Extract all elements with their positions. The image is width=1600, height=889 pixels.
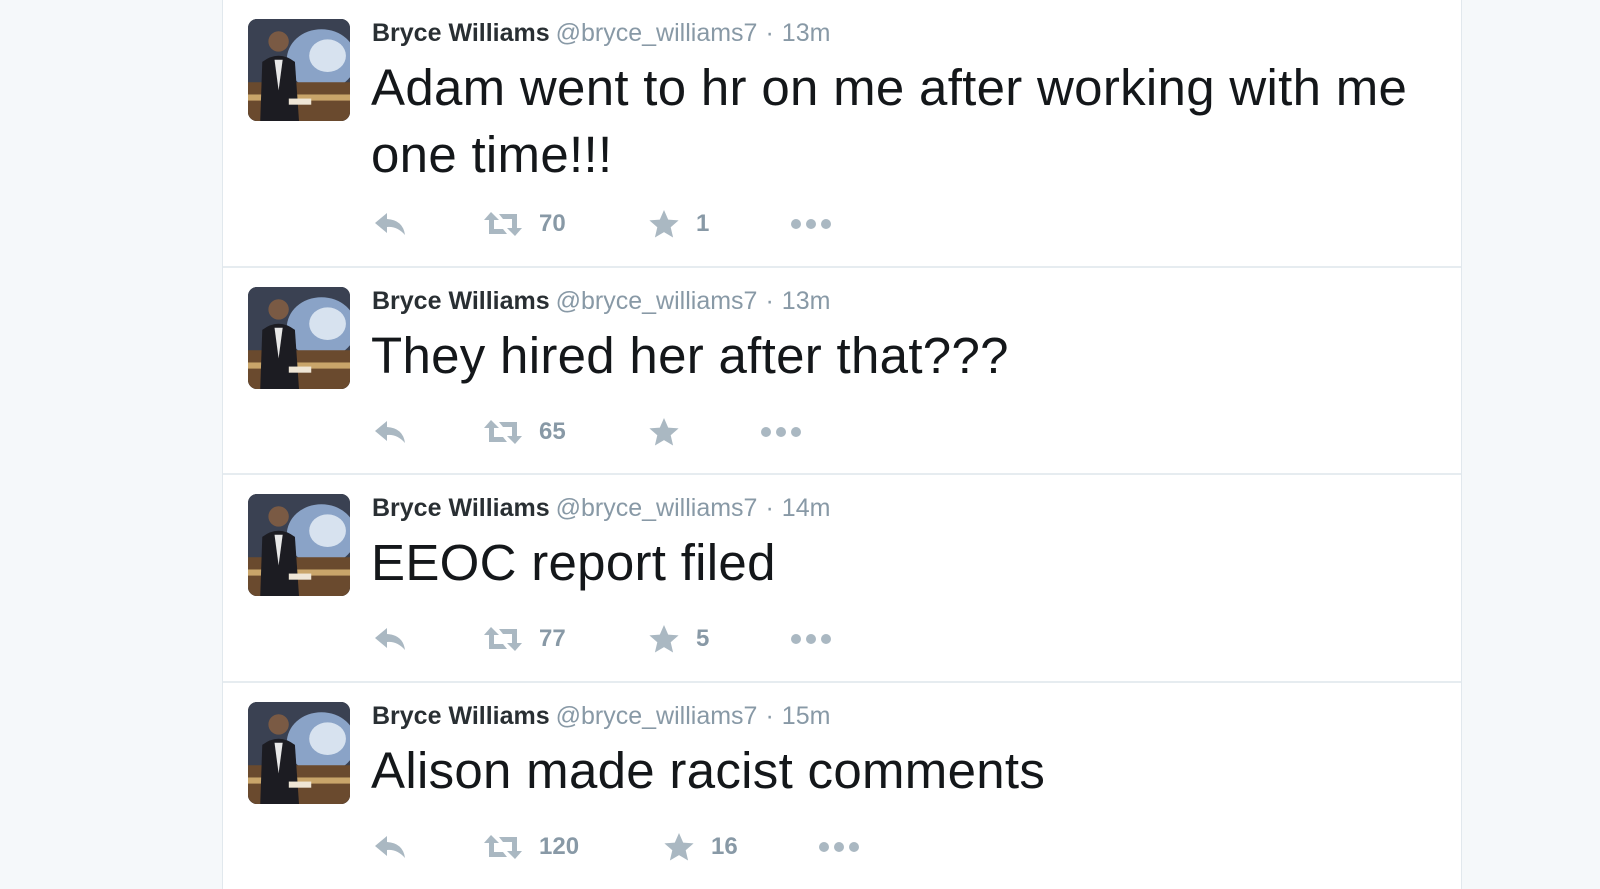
tweet-item[interactable]: Bryce Williams @bryce_williams7 · 15m Aliso… — [223, 683, 1461, 889]
author-username[interactable]: @bryce_williams7 — [556, 287, 758, 315]
favorite-button[interactable] — [648, 417, 760, 447]
favorite-star-icon — [649, 210, 679, 238]
favorite-count: 16 — [711, 833, 738, 860]
tweet-actions: 77 5 — [373, 621, 832, 657]
favorite-star-icon — [664, 833, 694, 861]
retweet-count: 65 — [539, 418, 566, 445]
author-fullname[interactable]: Bryce Williams — [372, 702, 550, 730]
avatar[interactable] — [248, 702, 350, 804]
favorite-count: 5 — [696, 625, 710, 652]
favorite-count: 1 — [696, 210, 710, 237]
author-fullname[interactable]: Bryce Williams — [372, 19, 550, 47]
tweet-item[interactable]: Bryce Williams @bryce_williams7 · 13m Adam … — [223, 0, 1461, 268]
reply-icon — [375, 213, 405, 235]
more-dots-icon — [791, 634, 831, 644]
reply-button[interactable] — [373, 418, 483, 446]
author-username[interactable]: @bryce_williams7 — [556, 494, 758, 522]
retweet-button[interactable]: 77 — [483, 625, 648, 653]
author-username[interactable]: @bryce_williams7 — [556, 702, 758, 730]
reply-icon — [375, 836, 405, 858]
more-options-button[interactable] — [790, 218, 832, 230]
favorite-button[interactable]: 1 — [648, 209, 790, 239]
header-separator: · — [765, 702, 774, 730]
tweet-item[interactable]: Bryce Williams @bryce_williams7 · 13m They … — [223, 268, 1461, 475]
tweet-text: They hired her after that??? — [371, 327, 1009, 384]
favorite-button[interactable]: 5 — [648, 624, 790, 654]
retweet-count: 120 — [539, 833, 580, 860]
retweet-button[interactable]: 120 — [483, 833, 663, 861]
tweet-actions: 120 16 — [373, 829, 860, 865]
tweet-actions: 65 — [373, 414, 802, 450]
avatar[interactable] — [248, 494, 350, 596]
avatar[interactable] — [248, 287, 350, 389]
tweet-timestamp[interactable]: 13m — [782, 19, 831, 47]
avatar[interactable] — [248, 19, 350, 121]
retweet-icon — [484, 420, 522, 444]
tweet-header: Bryce Williams @bryce_williams7 · 14m — [372, 491, 830, 529]
retweet-icon — [484, 627, 522, 651]
favorite-button[interactable]: 16 — [663, 832, 818, 862]
author-fullname[interactable]: Bryce Williams — [372, 494, 550, 522]
author-username[interactable]: @bryce_williams7 — [556, 19, 758, 47]
reply-button[interactable] — [373, 210, 483, 238]
retweet-count: 77 — [539, 625, 566, 652]
reply-icon — [375, 421, 405, 443]
tweet-header: Bryce Williams @bryce_williams7 · 13m — [372, 16, 830, 54]
retweet-button[interactable]: 70 — [483, 210, 648, 238]
tweet-actions: 70 1 — [373, 206, 832, 242]
header-separator: · — [765, 19, 774, 47]
retweet-icon — [484, 212, 522, 236]
reply-button[interactable] — [373, 833, 483, 861]
more-options-button[interactable] — [790, 633, 832, 645]
retweet-button[interactable]: 65 — [483, 418, 648, 446]
more-dots-icon — [819, 842, 859, 852]
tweet-text: EEOC report filed — [371, 534, 776, 591]
retweet-count: 70 — [539, 210, 566, 237]
header-separator: · — [765, 287, 774, 315]
more-dots-icon — [791, 219, 831, 229]
tweet-text: Adam went to hr on me after working with… — [371, 59, 1408, 183]
reply-button[interactable] — [373, 625, 483, 653]
tweet-timestamp[interactable]: 15m — [782, 702, 831, 730]
retweet-icon — [484, 835, 522, 859]
more-options-button[interactable] — [760, 426, 802, 438]
tweet-timeline: Bryce Williams @bryce_williams7 · 13m Adam … — [222, 0, 1462, 889]
author-fullname[interactable]: Bryce Williams — [372, 287, 550, 315]
header-separator: · — [765, 494, 774, 522]
more-options-button[interactable] — [818, 841, 860, 853]
favorite-star-icon — [649, 625, 679, 653]
tweet-item[interactable]: Bryce Williams @bryce_williams7 · 14m EEOC … — [223, 475, 1461, 683]
tweet-text: Alison made racist comments — [371, 742, 1046, 799]
tweet-header: Bryce Williams @bryce_williams7 · 13m — [372, 284, 830, 322]
favorite-star-icon — [649, 418, 679, 446]
tweet-timestamp[interactable]: 14m — [782, 494, 831, 522]
tweet-timestamp[interactable]: 13m — [782, 287, 831, 315]
more-dots-icon — [761, 427, 801, 437]
reply-icon — [375, 628, 405, 650]
tweet-header: Bryce Williams @bryce_williams7 · 15m — [372, 699, 830, 737]
